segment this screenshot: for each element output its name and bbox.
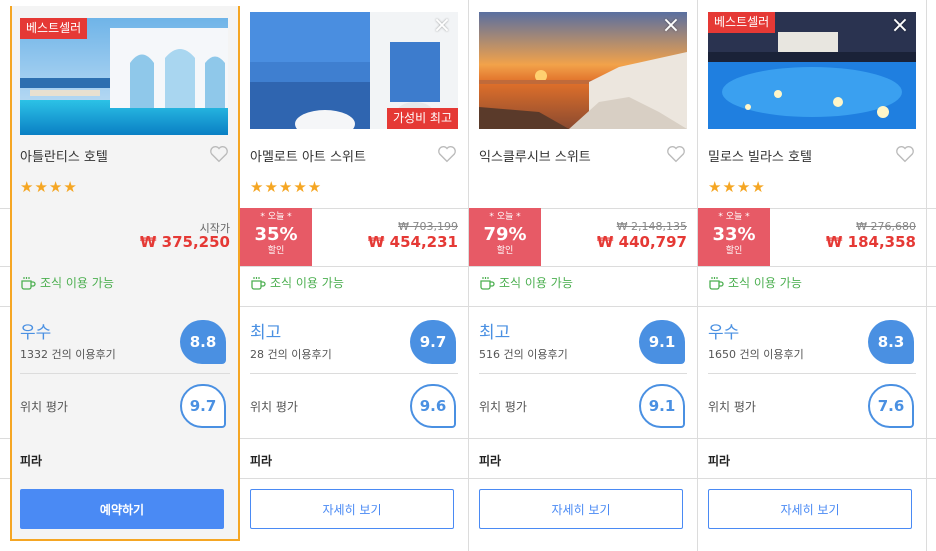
review-score-badge: 9.7 (410, 320, 456, 364)
discount-badge: * 오늘 * 35% 할인 (240, 208, 312, 266)
review-rating-word: 최고 (250, 323, 282, 343)
hotel-photo[interactable]: 베스트셀러 × (708, 12, 916, 129)
area-name: 피라 (708, 454, 731, 468)
off-label: 할인 (267, 246, 285, 256)
hotel-photo[interactable]: × (479, 12, 687, 129)
hotel-card-atlantis[interactable]: 베스트셀러 아틀란티스 호텔 ★★★★ 시작가 ₩ 375,250 조식 이용 … (10, 6, 240, 541)
today-label: * 오늘 * (718, 212, 750, 222)
heart-icon[interactable] (208, 143, 230, 165)
price[interactable]: ₩ 440,797 (597, 233, 687, 251)
today-label: * 오늘 * (260, 212, 292, 222)
price-area: 시작가 ₩ 375,250 (12, 208, 238, 266)
area-name: 피라 (479, 454, 502, 468)
breakfast-label: 조식 이용 가능 (270, 276, 344, 290)
hotel-photo[interactable]: 가성비 최고 × (250, 12, 458, 129)
area-name: 피라 (250, 454, 273, 468)
heart-icon[interactable] (665, 143, 687, 165)
price-area: * 오늘 * 79% 할인 ₩ 2,148,135 ₩ 440,797 (469, 208, 697, 266)
location-rating-label: 위치 평가 (250, 400, 298, 414)
value-badge: 가성비 최고 (386, 108, 458, 129)
review-rating-word: 우수 (708, 323, 740, 343)
coffee-cup-icon (480, 276, 495, 290)
hotel-name[interactable]: 밀로스 빌라스 호텔 (708, 146, 812, 165)
hotel-photo[interactable]: 베스트셀러 (20, 18, 228, 135)
star-rating: ★★★★ (708, 178, 766, 196)
hotel-card-amelot[interactable]: 가성비 최고 × 아멜로트 아트 스위트 ★★★★★ * 오늘 * 35% 할인… (240, 0, 469, 551)
star-rating: ★★★★ (20, 178, 78, 196)
price-area: * 오늘 * 35% 할인 ₩ 703,199 ₩ 454,231 (240, 208, 468, 266)
details-button[interactable]: 자세히 보기 (479, 489, 683, 529)
hotel-card-exclusive[interactable]: × 익스클루시브 스위트 * 오늘 * 79% 할인 ₩ 2,148,135 ₩… (469, 0, 698, 551)
original-price: ₩ 276,680 (856, 220, 916, 233)
original-price: ₩ 2,148,135 (616, 220, 687, 233)
area-name: 피라 (20, 454, 43, 468)
review-count[interactable]: 1332 건의 이용후기 (20, 346, 116, 362)
location-rating-label: 위치 평가 (479, 400, 527, 414)
divider (250, 373, 458, 374)
heart-icon[interactable] (894, 143, 916, 165)
heart-icon[interactable] (436, 143, 458, 165)
hotel-name[interactable]: 익스클루시브 스위트 (479, 146, 591, 165)
location-score-badge: 7.6 (868, 384, 914, 428)
details-button[interactable]: 자세히 보기 (708, 489, 912, 529)
close-icon[interactable]: × (890, 15, 910, 37)
original-price: ₩ 703,199 (398, 220, 458, 233)
book-button[interactable]: 예약하기 (20, 489, 224, 529)
review-score-badge: 8.3 (868, 320, 914, 364)
review-score-badge: 9.1 (639, 320, 685, 364)
today-label: * 오늘 * (489, 212, 521, 222)
divider (20, 373, 230, 374)
discount-percent: 33% (712, 224, 756, 245)
close-icon[interactable]: × (432, 15, 452, 37)
discount-badge: * 오늘 * 79% 할인 (469, 208, 541, 266)
coffee-cup-icon (709, 276, 724, 290)
location-rating-label: 위치 평가 (708, 400, 756, 414)
breakfast-info: 조식 이용 가능 (479, 274, 573, 291)
price[interactable]: ₩ 375,250 (140, 233, 230, 251)
review-count[interactable]: 28 건의 이용후기 (250, 346, 332, 362)
discount-badge: * 오늘 * 33% 할인 (698, 208, 770, 266)
off-label: 할인 (725, 246, 743, 256)
price[interactable]: ₩ 184,358 (826, 233, 916, 251)
hotel-name[interactable]: 아틀란티스 호텔 (20, 146, 108, 165)
location-score-badge: 9.6 (410, 384, 456, 428)
price-area: * 오늘 * 33% 할인 ₩ 276,680 ₩ 184,358 (698, 208, 926, 266)
review-count[interactable]: 516 건의 이용후기 (479, 346, 568, 362)
review-rating-word: 최고 (479, 323, 511, 343)
discount-percent: 35% (254, 224, 298, 245)
breakfast-info: 조식 이용 가능 (708, 274, 802, 291)
breakfast-info: 조식 이용 가능 (250, 274, 344, 291)
location-score-badge: 9.7 (180, 384, 226, 428)
discount-percent: 79% (483, 224, 527, 245)
review-score-badge: 8.8 (180, 320, 226, 364)
star-rating: ★★★★★ (250, 178, 323, 196)
breakfast-label: 조식 이용 가능 (499, 276, 573, 290)
off-label: 할인 (496, 246, 514, 256)
hotel-name[interactable]: 아멜로트 아트 스위트 (250, 146, 366, 165)
price[interactable]: ₩ 454,231 (368, 233, 458, 251)
breakfast-label: 조식 이용 가능 (728, 276, 802, 290)
details-button[interactable]: 자세히 보기 (250, 489, 454, 529)
location-rating-label: 위치 평가 (20, 400, 68, 414)
breakfast-info: 조식 이용 가능 (20, 274, 114, 291)
divider (708, 373, 916, 374)
breakfast-label: 조식 이용 가능 (40, 276, 114, 290)
review-count[interactable]: 1650 건의 이용후기 (708, 346, 804, 362)
bestseller-badge: 베스트셀러 (20, 18, 88, 39)
review-rating-word: 우수 (20, 323, 52, 343)
location-score-badge: 9.1 (639, 384, 685, 428)
coffee-cup-icon (21, 276, 36, 290)
coffee-cup-icon (251, 276, 266, 290)
divider (479, 373, 687, 374)
close-icon[interactable]: × (661, 15, 681, 37)
hotel-card-milos[interactable]: 베스트셀러 × 밀로스 빌라스 호텔 ★★★★ * 오늘 * 33% 할인 ₩ … (698, 0, 927, 551)
bestseller-badge: 베스트셀러 (708, 12, 776, 33)
